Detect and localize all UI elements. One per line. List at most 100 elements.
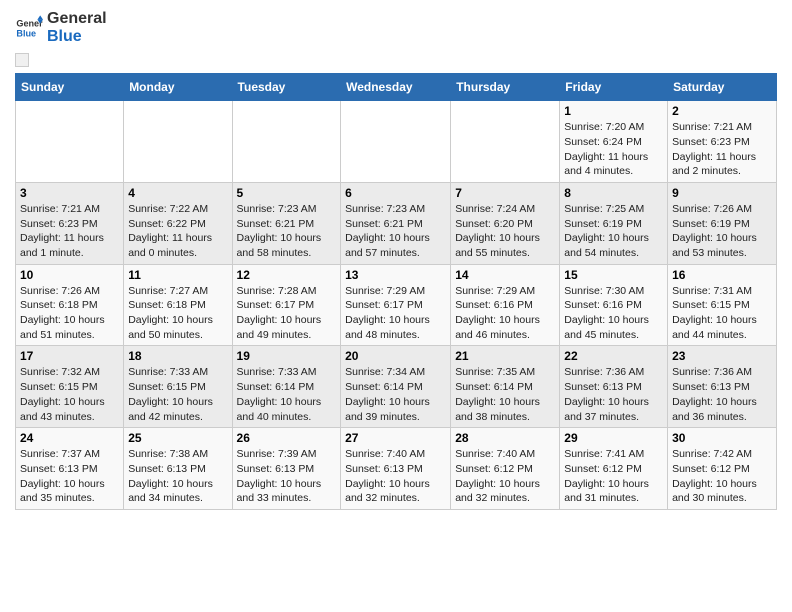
day-info: Sunrise: 7:25 AM Sunset: 6:19 PM Dayligh… [564,202,663,261]
day-info: Sunrise: 7:40 AM Sunset: 6:12 PM Dayligh… [455,447,555,506]
legend-box [15,53,29,67]
day-number: 27 [345,431,446,445]
day-cell: 8 Sunrise: 7:25 AM Sunset: 6:19 PM Daylig… [560,182,668,264]
day-number: 18 [128,349,227,363]
day-info: Sunrise: 7:34 AM Sunset: 6:14 PM Dayligh… [345,365,446,424]
calendar-header-row: SundayMondayTuesdayWednesdayThursdayFrid… [16,74,777,101]
day-cell: 30Sunrise: 7:42 AM Sunset: 6:12 PM Dayli… [668,428,777,510]
day-number: 14 [455,268,555,282]
day-info: Sunrise: 7:32 AM Sunset: 6:15 PM Dayligh… [20,365,119,424]
header-friday: Friday [560,74,668,101]
day-info: Sunrise: 7:26 AM Sunset: 6:19 PM Dayligh… [672,202,772,261]
day-cell [124,101,232,183]
day-number: 10 [20,268,119,282]
day-info: Sunrise: 7:20 AM Sunset: 6:24 PM Dayligh… [564,120,663,179]
day-cell [232,101,341,183]
day-number: 3 [20,186,119,200]
day-info: Sunrise: 7:39 AM Sunset: 6:13 PM Dayligh… [237,447,337,506]
day-cell: 9 Sunrise: 7:26 AM Sunset: 6:19 PM Daylig… [668,182,777,264]
day-cell: 19Sunrise: 7:33 AM Sunset: 6:14 PM Dayli… [232,346,341,428]
day-cell: 28 Sunrise: 7:40 AM Sunset: 6:12 PM Dayli… [451,428,560,510]
calendar-table: SundayMondayTuesdayWednesdayThursdayFrid… [15,73,777,510]
day-cell [341,101,451,183]
week-row-1: 1 Sunrise: 7:20 AM Sunset: 6:24 PM Daylig… [16,101,777,183]
day-cell: 15 Sunrise: 7:30 AM Sunset: 6:16 PM Dayli… [560,264,668,346]
day-cell: 23Sunrise: 7:36 AM Sunset: 6:13 PM Dayli… [668,346,777,428]
day-cell: 29 Sunrise: 7:41 AM Sunset: 6:12 PM Dayli… [560,428,668,510]
day-number: 17 [20,349,119,363]
day-cell: 21Sunrise: 7:35 AM Sunset: 6:14 PM Dayli… [451,346,560,428]
day-number: 19 [237,349,337,363]
week-row-4: 17 Sunrise: 7:32 AM Sunset: 6:15 PM Dayli… [16,346,777,428]
day-info: Sunrise: 7:30 AM Sunset: 6:16 PM Dayligh… [564,284,663,343]
day-info: Sunrise: 7:28 AM Sunset: 6:17 PM Dayligh… [237,284,337,343]
logo: General Blue General Blue [15,10,107,45]
day-info: Sunrise: 7:21 AM Sunset: 6:23 PM Dayligh… [672,120,772,179]
day-number: 6 [345,186,446,200]
day-info: Sunrise: 7:41 AM Sunset: 6:12 PM Dayligh… [564,447,663,506]
day-number: 1 [564,104,663,118]
day-number: 4 [128,186,227,200]
day-cell: 13Sunrise: 7:29 AM Sunset: 6:17 PM Dayli… [341,264,451,346]
day-number: 9 [672,186,772,200]
day-number: 8 [564,186,663,200]
day-info: Sunrise: 7:37 AM Sunset: 6:13 PM Dayligh… [20,447,119,506]
header-saturday: Saturday [668,74,777,101]
day-cell: 18 Sunrise: 7:33 AM Sunset: 6:15 PM Dayli… [124,346,232,428]
day-info: Sunrise: 7:24 AM Sunset: 6:20 PM Dayligh… [455,202,555,261]
day-cell: 7 Sunrise: 7:24 AM Sunset: 6:20 PM Daylig… [451,182,560,264]
svg-text:Blue: Blue [16,28,36,38]
day-info: Sunrise: 7:29 AM Sunset: 6:17 PM Dayligh… [345,284,446,343]
page-header: General Blue General Blue [15,10,777,45]
legend [15,53,777,67]
day-info: Sunrise: 7:36 AM Sunset: 6:13 PM Dayligh… [564,365,663,424]
day-cell: 26 Sunrise: 7:39 AM Sunset: 6:13 PM Dayli… [232,428,341,510]
day-number: 7 [455,186,555,200]
day-cell: 14 Sunrise: 7:29 AM Sunset: 6:16 PM Dayli… [451,264,560,346]
header-tuesday: Tuesday [232,74,341,101]
day-cell: 17 Sunrise: 7:32 AM Sunset: 6:15 PM Dayli… [16,346,124,428]
day-number: 26 [237,431,337,445]
day-number: 24 [20,431,119,445]
day-info: Sunrise: 7:23 AM Sunset: 6:21 PM Dayligh… [345,202,446,261]
day-info: Sunrise: 7:29 AM Sunset: 6:16 PM Dayligh… [455,284,555,343]
day-cell: 3 Sunrise: 7:21 AM Sunset: 6:23 PM Daylig… [16,182,124,264]
day-cell: 2 Sunrise: 7:21 AM Sunset: 6:23 PM Daylig… [668,101,777,183]
day-info: Sunrise: 7:38 AM Sunset: 6:13 PM Dayligh… [128,447,227,506]
day-info: Sunrise: 7:22 AM Sunset: 6:22 PM Dayligh… [128,202,227,261]
day-info: Sunrise: 7:40 AM Sunset: 6:13 PM Dayligh… [345,447,446,506]
day-cell: 11 Sunrise: 7:27 AM Sunset: 6:18 PM Dayli… [124,264,232,346]
day-cell: 5Sunrise: 7:23 AM Sunset: 6:21 PM Daylig… [232,182,341,264]
day-cell: 12 Sunrise: 7:28 AM Sunset: 6:17 PM Dayli… [232,264,341,346]
day-cell: 27 Sunrise: 7:40 AM Sunset: 6:13 PM Dayli… [341,428,451,510]
day-number: 21 [455,349,555,363]
day-number: 15 [564,268,663,282]
day-cell: 16Sunrise: 7:31 AM Sunset: 6:15 PM Dayli… [668,264,777,346]
header-sunday: Sunday [16,74,124,101]
header-monday: Monday [124,74,232,101]
day-number: 23 [672,349,772,363]
day-number: 29 [564,431,663,445]
week-row-2: 3 Sunrise: 7:21 AM Sunset: 6:23 PM Daylig… [16,182,777,264]
logo-icon: General Blue [15,14,43,42]
logo-general: General [47,10,107,28]
day-info: Sunrise: 7:42 AM Sunset: 6:12 PM Dayligh… [672,447,772,506]
day-cell [16,101,124,183]
day-number: 28 [455,431,555,445]
day-number: 11 [128,268,227,282]
day-cell: 22 Sunrise: 7:36 AM Sunset: 6:13 PM Dayli… [560,346,668,428]
week-row-3: 10 Sunrise: 7:26 AM Sunset: 6:18 PM Dayli… [16,264,777,346]
day-cell: 4 Sunrise: 7:22 AM Sunset: 6:22 PM Daylig… [124,182,232,264]
day-info: Sunrise: 7:27 AM Sunset: 6:18 PM Dayligh… [128,284,227,343]
day-cell: 6 Sunrise: 7:23 AM Sunset: 6:21 PM Daylig… [341,182,451,264]
day-info: Sunrise: 7:33 AM Sunset: 6:15 PM Dayligh… [128,365,227,424]
day-number: 12 [237,268,337,282]
day-cell: 1 Sunrise: 7:20 AM Sunset: 6:24 PM Daylig… [560,101,668,183]
day-number: 22 [564,349,663,363]
day-cell [451,101,560,183]
day-number: 2 [672,104,772,118]
day-info: Sunrise: 7:21 AM Sunset: 6:23 PM Dayligh… [20,202,119,261]
day-number: 5 [237,186,337,200]
day-info: Sunrise: 7:26 AM Sunset: 6:18 PM Dayligh… [20,284,119,343]
day-cell: 24 Sunrise: 7:37 AM Sunset: 6:13 PM Dayli… [16,428,124,510]
